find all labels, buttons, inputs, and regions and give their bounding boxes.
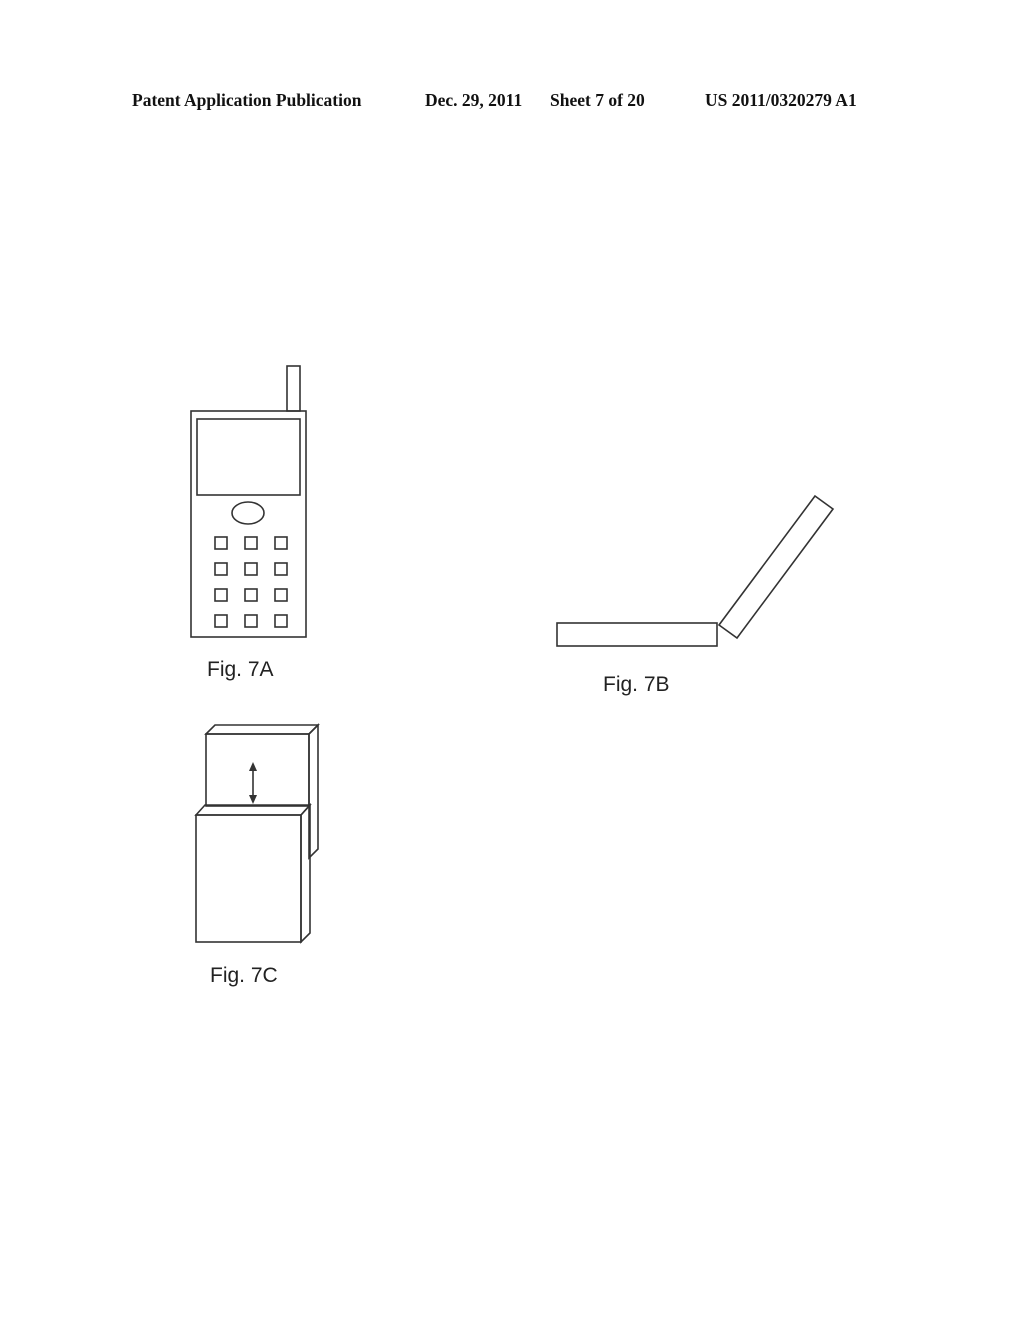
keypad-key bbox=[244, 614, 258, 628]
caption-fig-7b: Fig. 7B bbox=[603, 673, 670, 696]
fig-7c-slider bbox=[194, 723, 320, 944]
slide-arrow-up-icon bbox=[249, 762, 257, 771]
keypad-key bbox=[244, 562, 258, 576]
phone-keypad bbox=[214, 536, 288, 628]
keypad-key bbox=[214, 562, 228, 576]
fig-7b-clamshell bbox=[556, 494, 835, 647]
slider-back-panel bbox=[205, 733, 310, 807]
keypad-key bbox=[214, 536, 228, 550]
keypad-key bbox=[274, 536, 288, 550]
caption-fig-7a: Fig. 7A bbox=[207, 658, 274, 681]
slider-front-panel bbox=[195, 814, 302, 943]
keypad-key bbox=[214, 614, 228, 628]
figure-drawings bbox=[190, 365, 835, 944]
keypad-key bbox=[244, 588, 258, 602]
phone-nav-button bbox=[231, 501, 265, 525]
clamshell-base bbox=[556, 622, 718, 647]
phone-screen bbox=[196, 418, 301, 496]
clamshell-lid bbox=[717, 494, 835, 640]
phone-antenna bbox=[286, 365, 301, 412]
slide-arrow-down-icon bbox=[249, 795, 257, 804]
keypad-key bbox=[274, 562, 288, 576]
keypad-key bbox=[274, 614, 288, 628]
slider-top-face bbox=[204, 724, 320, 735]
keypad-key bbox=[274, 588, 288, 602]
caption-fig-7c: Fig. 7C bbox=[210, 964, 278, 987]
keypad-key bbox=[244, 536, 258, 550]
fig-7a-phone bbox=[190, 365, 307, 638]
keypad-key bbox=[214, 588, 228, 602]
